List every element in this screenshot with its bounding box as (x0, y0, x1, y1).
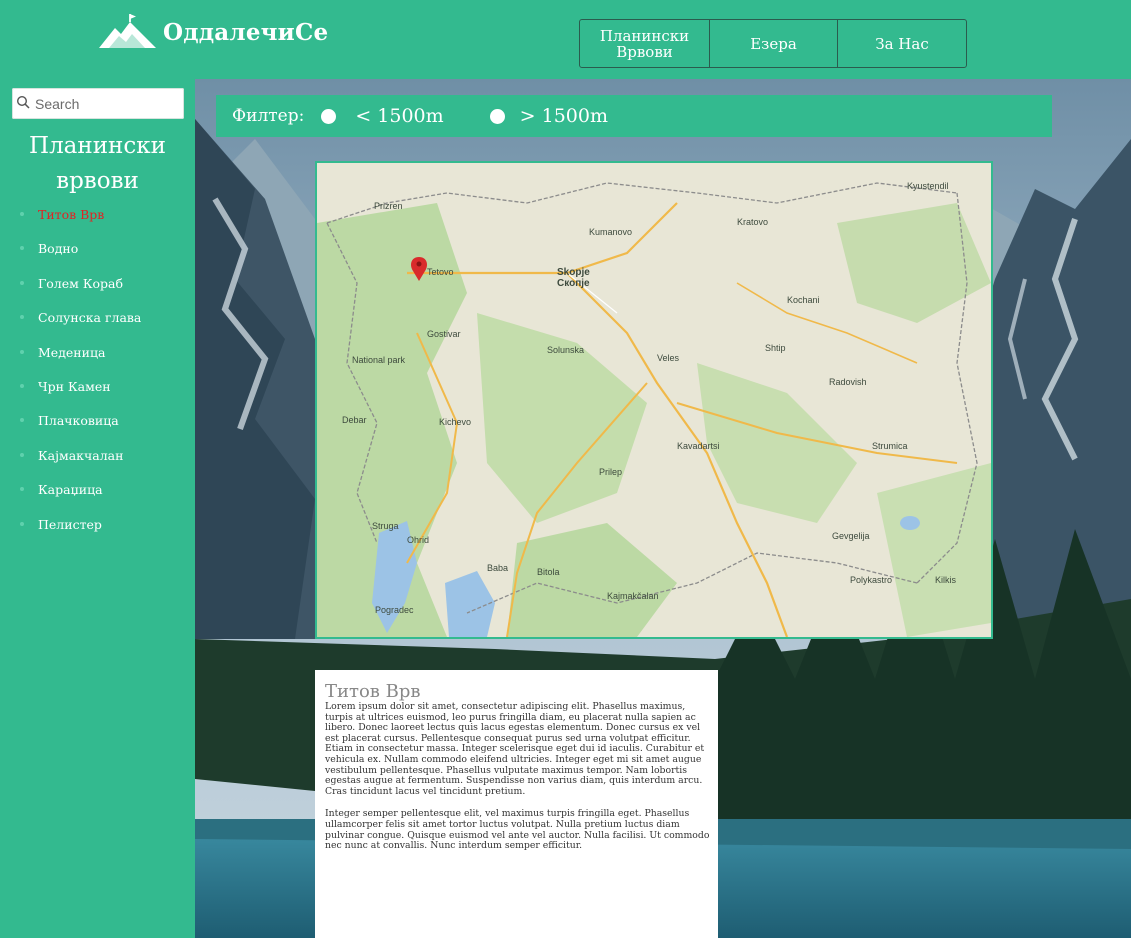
peak-item-label: Титов Врв (38, 207, 105, 222)
search-input[interactable] (33, 94, 177, 113)
peak-item-kajmakcalan[interactable]: Кајмакчалан (20, 448, 141, 482)
sidebar-title: Планински врвови (29, 133, 166, 194)
svg-text:Kichevo: Kichevo (439, 417, 471, 427)
nav-about[interactable]: За Нас (838, 20, 966, 67)
svg-text:Kochani: Kochani (787, 295, 820, 305)
bullet-icon (20, 418, 24, 423)
svg-text:Kajmakčalan: Kajmakčalan (607, 591, 659, 601)
svg-text:Gevgelija: Gevgelija (832, 531, 870, 541)
peak-item-crn-kamen[interactable]: Чрн Камен (20, 379, 141, 413)
peak-item-label: Пелистер (38, 516, 102, 532)
nav-mountain-peaks[interactable]: Планински Врвови (580, 20, 710, 67)
svg-text:Pogradec: Pogradec (375, 605, 414, 615)
filter-option-label: < 1500m (355, 105, 444, 127)
svg-text:Kyustendil: Kyustendil (907, 181, 949, 191)
svg-text:Shtip: Shtip (765, 343, 786, 353)
peak-item-pelister[interactable]: Пелистер (20, 517, 141, 551)
peak-item-golem-korab[interactable]: Голем Кораб (20, 276, 141, 310)
svg-text:Kavadartsi: Kavadartsi (677, 441, 720, 451)
svg-text:Kumanovo: Kumanovo (589, 227, 632, 237)
svg-text:Debar: Debar (342, 415, 367, 425)
peak-item-label: Кајмакчалан (38, 447, 124, 463)
peak-item-solunska-glava[interactable]: Солунска глава (20, 310, 141, 344)
peak-list: Титов Врв Водно Голем Кораб Солунска гла… (20, 207, 141, 551)
svg-text:Veles: Veles (657, 353, 680, 363)
peak-item-vodno[interactable]: Водно (20, 241, 141, 275)
region-map[interactable]: Skopje Скопје Tetovo Kumanovo Veles Prile… (315, 161, 993, 639)
bullet-icon (20, 452, 24, 457)
article-paragraph: Lorem ipsum dolor sit amet, consectetur … (325, 701, 705, 797)
filter-label: Филтер: (232, 106, 305, 126)
bullet-icon (20, 212, 24, 216)
peak-item-label: Солунска глава (38, 310, 142, 326)
svg-text:Prizren: Prizren (374, 201, 403, 211)
peak-item-plackovica[interactable]: Плачковица (20, 413, 141, 447)
map-canvas: Skopje Скопје Tetovo Kumanovo Veles Prile… (317, 163, 991, 637)
peak-item-label: Плачковица (38, 413, 119, 429)
svg-text:Prilep: Prilep (599, 467, 622, 477)
sidebar: Планински врвови Титов Врв Водно Голем К… (0, 79, 195, 938)
bullet-icon (20, 280, 24, 285)
filter-option-below-1500[interactable]: < 1500m (321, 105, 444, 127)
svg-text:SkopjeСкопје: Skopje Скопје (557, 267, 590, 289)
svg-text:Polykastro: Polykastro (850, 575, 892, 585)
bullet-icon (20, 383, 24, 388)
bullet-icon (20, 487, 24, 492)
svg-text:Radovish: Radovish (829, 377, 867, 387)
radio-above-1500[interactable] (489, 108, 505, 124)
mountain-flag-logo-icon (99, 14, 157, 50)
brand-logo[interactable]: ОддалечиСе (99, 14, 328, 50)
altitude-filter-bar: Филтер: < 1500m > 1500m (216, 95, 1052, 137)
peak-item-titov-vrv[interactable]: Титов Врв (20, 207, 141, 241)
peak-item-karadzica[interactable]: Караџица (20, 482, 141, 516)
svg-text:Solunska: Solunska (547, 345, 584, 355)
svg-text:Bitola: Bitola (537, 567, 560, 577)
peak-item-medenica[interactable]: Меденица (20, 345, 141, 379)
bullet-icon (20, 315, 24, 320)
svg-text:Baba: Baba (487, 563, 508, 573)
svg-text:Kilkis: Kilkis (935, 575, 957, 585)
main-nav: Планински Врвови Езера За Нас (579, 19, 967, 68)
peak-item-label: Меденица (38, 344, 106, 360)
bullet-icon (20, 521, 24, 526)
search-icon (12, 94, 30, 113)
filter-option-above-1500[interactable]: > 1500m (489, 105, 609, 127)
svg-text:Struga: Struga (372, 521, 399, 531)
article-paragraph: Integer semper pellentesque elit, vel ma… (325, 808, 710, 852)
peak-description-card: Титов Врв Lorem ipsum dolor sit amet, co… (315, 670, 718, 938)
svg-text:Kratovo: Kratovo (737, 217, 768, 227)
svg-text:Gostivar: Gostivar (427, 329, 461, 339)
svg-text:Strumica: Strumica (872, 441, 908, 451)
peak-item-label: Голем Кораб (38, 275, 124, 291)
brand-name: ОддалечиСе (163, 18, 329, 46)
peak-item-label: Чрн Камен (38, 378, 111, 394)
article-title: Титов Врв (325, 681, 421, 702)
filter-option-label: > 1500m (519, 105, 609, 127)
peak-item-label: Караџица (38, 482, 103, 498)
svg-text:Tetovo: Tetovo (427, 267, 454, 277)
bullet-icon (20, 246, 24, 251)
svg-text:Ohrid: Ohrid (407, 535, 429, 545)
nav-lakes[interactable]: Езера (710, 20, 838, 67)
peak-item-label: Водно (38, 241, 79, 257)
svg-text:National park: National park (352, 355, 406, 365)
radio-below-1500[interactable] (321, 108, 337, 124)
top-header: ОддалечиСе Планински Врвови Езера За Нас (0, 0, 1131, 79)
bullet-icon (20, 349, 24, 354)
search-box[interactable] (12, 88, 184, 119)
